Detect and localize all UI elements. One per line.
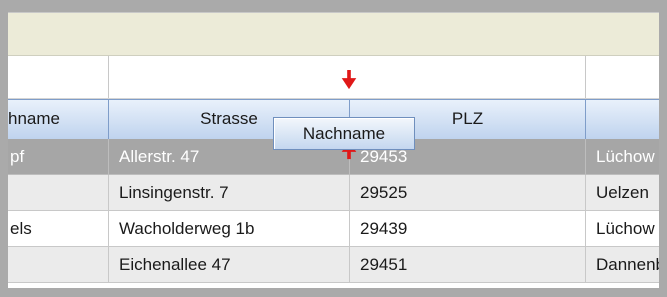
cell-nachname [8, 175, 109, 211]
cell-strasse: Eichenallee 47 [109, 247, 350, 283]
filter-cell-strasse[interactable] [109, 56, 349, 98]
column-header-nachname[interactable]: hname [8, 100, 109, 139]
filter-row [8, 56, 659, 99]
table-row[interactable]: els Wacholderweg 1b 29439 Lüchow [8, 211, 659, 247]
group-by-panel[interactable] [8, 13, 659, 56]
column-header-ort[interactable] [586, 100, 659, 139]
grid-window: hname Strasse PLZ pf Allerstr. 47 29453 … [0, 0, 667, 297]
data-grid: hname Strasse PLZ pf Allerstr. 47 29453 … [8, 12, 659, 288]
cell-plz: 29451 [350, 247, 586, 283]
cell-ort: Lüchow [586, 211, 659, 247]
filter-cell-ort[interactable] [586, 56, 659, 98]
dragged-column-header-nachname[interactable]: Nachname [273, 117, 415, 150]
cell-strasse: Wacholderweg 1b [109, 211, 350, 247]
cell-plz: 29525 [350, 175, 586, 211]
cell-nachname: els [8, 211, 109, 247]
cell-ort: Lüchow [586, 139, 659, 175]
cell-nachname: pf [8, 139, 109, 175]
cell-ort: Uelzen [586, 175, 659, 211]
cell-plz: 29439 [350, 211, 586, 247]
table-row[interactable]: Linsingenstr. 7 29525 Uelzen [8, 175, 659, 211]
cell-strasse: Linsingenstr. 7 [109, 175, 350, 211]
cell-ort: Dannenberg [586, 247, 659, 283]
cell-nachname [8, 247, 109, 283]
filter-cell-plz[interactable] [350, 56, 585, 98]
drop-indicator-arrow-down-icon [341, 70, 357, 90]
filter-cell-nachname[interactable] [8, 56, 108, 98]
table-row[interactable]: Eichenallee 47 29451 Dannenberg [8, 247, 659, 283]
